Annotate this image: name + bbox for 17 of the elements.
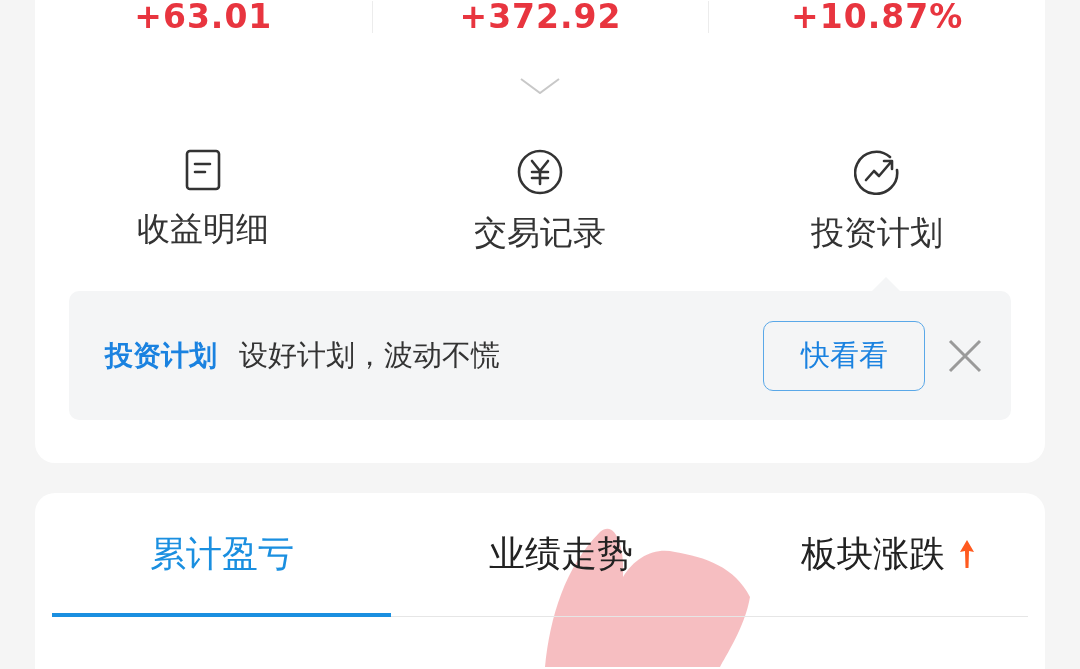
tab[interactable]: 业绩走势: [391, 493, 730, 617]
up-arrow-icon: [959, 539, 975, 569]
banner-text: 设好计划，波动不慌: [239, 336, 501, 374]
tab[interactable]: 板块涨跌: [730, 493, 1028, 617]
document-icon: [185, 149, 222, 191]
shortcut-label[interactable]: 收益明细: [137, 209, 270, 249]
profit-value: +372.92: [459, 1, 622, 33]
chevron-down-icon[interactable]: [520, 78, 560, 94]
profit-value: +63.01: [134, 1, 273, 33]
banner-title: 投资计划: [105, 337, 217, 374]
view-button[interactable]: 快看看: [763, 320, 925, 391]
shortcut-label[interactable]: 投资计划: [810, 213, 943, 253]
shortcut-label[interactable]: 交易记录: [474, 213, 606, 253]
yen-circle-icon: [517, 149, 563, 195]
close-icon[interactable]: [947, 337, 983, 374]
profit-value: +10.87%: [791, 1, 964, 33]
trend-circle-icon: [853, 149, 900, 195]
